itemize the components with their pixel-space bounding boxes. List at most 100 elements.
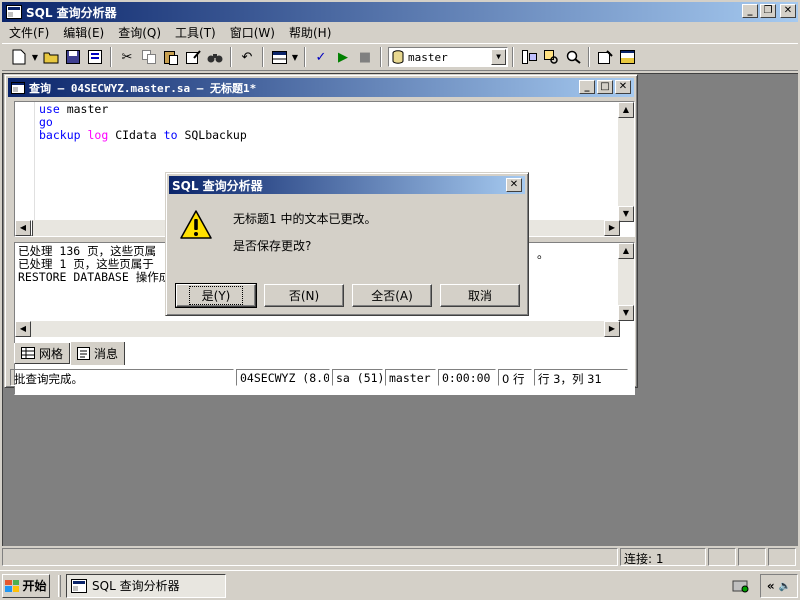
scroll-left-icon[interactable]: ◀ bbox=[15, 220, 31, 236]
cut-icon[interactable]: ✂ bbox=[116, 46, 138, 68]
display-plan-icon[interactable] bbox=[562, 46, 584, 68]
results-tabs: 网格 消息 bbox=[14, 342, 126, 365]
database-select[interactable]: master ▼ bbox=[388, 47, 508, 67]
cancel-button[interactable]: 取消 bbox=[440, 284, 520, 307]
parse-query-icon[interactable]: ✓ bbox=[310, 46, 332, 68]
new-query-dropdown-icon[interactable]: ▼ bbox=[30, 53, 40, 62]
find-icon[interactable] bbox=[204, 46, 226, 68]
query-window-icon bbox=[11, 81, 25, 94]
connection-count: 连接: 1 bbox=[620, 548, 706, 566]
scroll-left-icon[interactable]: ◀ bbox=[15, 321, 31, 337]
scroll-right-icon[interactable]: ▶ bbox=[604, 321, 620, 337]
start-button[interactable]: 开始 bbox=[2, 573, 50, 598]
status-rows: 0 行 bbox=[498, 369, 532, 386]
status-elapsed: 0:00:00 bbox=[438, 369, 496, 386]
execute-icon[interactable]: ▶ bbox=[332, 46, 354, 68]
status-cell-empty bbox=[768, 548, 796, 566]
cancel-button-label: 取消 bbox=[467, 289, 492, 303]
toolbar-separator bbox=[588, 47, 590, 67]
taskbar-grip bbox=[58, 574, 61, 597]
tab-grid-label: 网格 bbox=[39, 346, 64, 361]
scroll-up-icon[interactable]: ▲ bbox=[618, 102, 634, 118]
restore-button[interactable]: ❐ bbox=[760, 4, 776, 18]
yes-button-label: 是(Y) bbox=[188, 286, 244, 305]
status-message: 批查询完成。 bbox=[10, 369, 234, 386]
undo-icon[interactable]: ↶ bbox=[236, 46, 258, 68]
paste-icon[interactable] bbox=[160, 46, 182, 68]
menu-window[interactable]: 窗口(W) bbox=[223, 22, 282, 43]
object-search-icon[interactable] bbox=[540, 46, 562, 68]
menu-query[interactable]: 查询(Q) bbox=[111, 22, 168, 43]
status-cursor-position: 行 3，列 31 bbox=[534, 369, 628, 386]
results-grid-icon[interactable] bbox=[268, 46, 290, 68]
warning-icon bbox=[180, 210, 212, 239]
tab-grid[interactable]: 网格 bbox=[14, 343, 71, 364]
open-folder-icon[interactable] bbox=[40, 46, 62, 68]
menu-bar: 文件(F) 编辑(E) 查询(Q) 工具(T) 窗口(W) 帮助(H) bbox=[2, 22, 798, 42]
scroll-down-icon[interactable]: ▼ bbox=[618, 305, 634, 321]
yes-button[interactable]: 是(Y) bbox=[175, 283, 257, 308]
copy-icon[interactable] bbox=[138, 46, 160, 68]
results-horizontal-scrollbar[interactable]: ◀ ▶ bbox=[15, 321, 620, 337]
menu-file[interactable]: 文件(F) bbox=[2, 22, 56, 43]
dialog-close-button[interactable]: ✕ bbox=[506, 178, 522, 192]
clear-window-icon[interactable] bbox=[182, 46, 204, 68]
tab-messages[interactable]: 消息 bbox=[70, 342, 126, 365]
status-server: 04SECWYZ (8.0) bbox=[236, 369, 330, 386]
query-close-button[interactable]: ✕ bbox=[615, 80, 631, 94]
scroll-down-icon[interactable]: ▼ bbox=[618, 206, 634, 222]
current-connection-properties-icon[interactable] bbox=[594, 46, 616, 68]
taskbar-item-query-analyzer[interactable]: SQL 查询分析器 bbox=[66, 573, 226, 598]
speaker-icon[interactable]: 🔈 bbox=[779, 581, 791, 592]
insert-template-icon[interactable] bbox=[84, 46, 106, 68]
database-select-value: master bbox=[408, 50, 448, 64]
results-vertical-scrollbar[interactable]: ▲ ▼ bbox=[618, 243, 634, 321]
menu-edit[interactable]: 编辑(E) bbox=[56, 22, 111, 43]
sql-keyword: backup bbox=[39, 128, 81, 142]
query-analyzer-icon bbox=[71, 578, 87, 593]
menu-tools[interactable]: 工具(T) bbox=[168, 22, 223, 43]
sql-keyword: to bbox=[163, 128, 178, 142]
chevron-down-icon[interactable]: ▼ bbox=[491, 49, 506, 65]
cancel-query-icon[interactable]: ■ bbox=[354, 46, 376, 68]
object-browser-icon[interactable] bbox=[518, 46, 540, 68]
query-window-title: 查询 — 04SECWYZ.master.sa — 无标题1* bbox=[29, 81, 257, 95]
no-button-label: 否(N) bbox=[288, 289, 320, 303]
sql-keyword: use bbox=[39, 102, 60, 116]
close-button[interactable]: ✕ bbox=[780, 4, 796, 18]
toolbar-separator bbox=[110, 47, 112, 67]
scroll-up-icon[interactable]: ▲ bbox=[618, 243, 634, 259]
toolbar-separator bbox=[304, 47, 306, 67]
windows-logo-icon bbox=[5, 579, 20, 592]
status-database: master bbox=[385, 369, 436, 386]
no-button[interactable]: 否(N) bbox=[264, 284, 344, 307]
messages-icon bbox=[77, 347, 91, 360]
no-to-all-button[interactable]: 全否(A) bbox=[352, 284, 432, 307]
sql-keyword: go bbox=[39, 115, 53, 129]
show-results-pane-icon[interactable] bbox=[616, 46, 638, 68]
dialog-message: 无标题1 中的文本已更改。 bbox=[233, 212, 377, 226]
query-minimize-button[interactable]: _ bbox=[579, 80, 595, 94]
query-maximize-button[interactable]: □ bbox=[597, 80, 613, 94]
message-line: 已处理 1 页，这些页属于 bbox=[18, 257, 154, 271]
status-user: sa (51) bbox=[332, 369, 383, 386]
editor-text: use master go backup log CIdata to SQLba… bbox=[39, 103, 247, 142]
editor-vertical-scrollbar[interactable]: ▲ ▼ bbox=[618, 102, 634, 222]
query-window-titlebar[interactable]: 查询 — 04SECWYZ.master.sa — 无标题1* _ □ ✕ bbox=[8, 78, 634, 97]
toolbar-separator bbox=[380, 47, 382, 67]
new-query-icon[interactable] bbox=[8, 46, 30, 68]
scroll-right-icon[interactable]: ▶ bbox=[604, 220, 620, 236]
show-hidden-icons-button[interactable]: « bbox=[767, 579, 775, 593]
app-titlebar[interactable]: SQL 查询分析器 _ ❐ ✕ bbox=[2, 2, 798, 22]
scroll-thumb[interactable] bbox=[31, 220, 33, 236]
dialog-titlebar[interactable]: SQL 查询分析器 ✕ bbox=[169, 176, 525, 194]
sql-keyword: log bbox=[87, 128, 109, 142]
save-icon[interactable] bbox=[62, 46, 84, 68]
menu-help[interactable]: 帮助(H) bbox=[282, 22, 338, 43]
messages-text: 已处理 136 页，这些页属 已处理 1 页，这些页属于 RESTORE DAT… bbox=[18, 245, 170, 284]
minimize-button[interactable]: _ bbox=[742, 4, 758, 18]
results-mode-dropdown-icon[interactable]: ▼ bbox=[290, 53, 300, 62]
sql-server-service-manager-icon[interactable] bbox=[732, 577, 750, 593]
status-main-cell bbox=[2, 548, 618, 566]
app-status-bar: 连接: 1 bbox=[2, 547, 798, 567]
